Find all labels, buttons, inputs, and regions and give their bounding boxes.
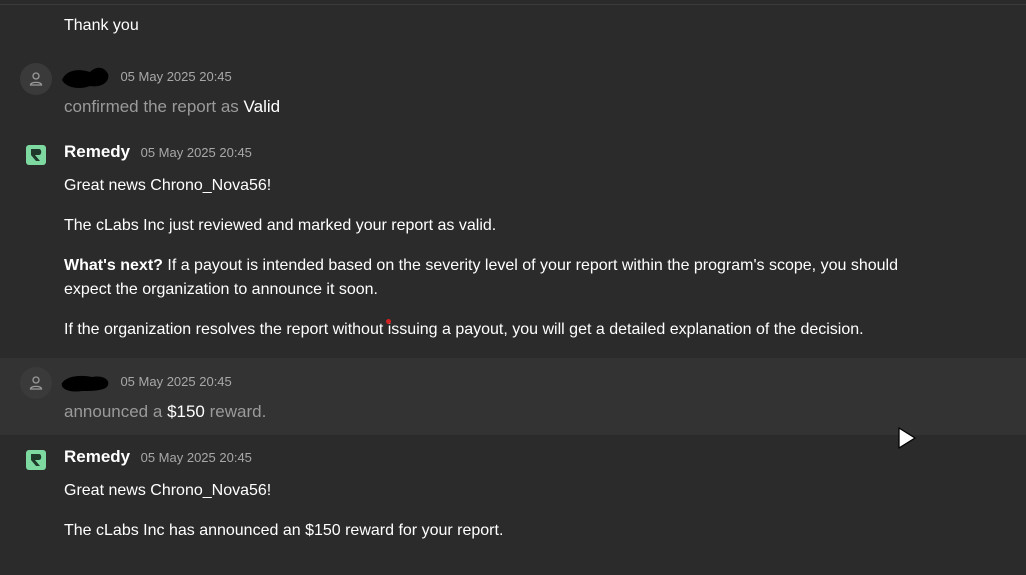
action-suffix: reward. bbox=[209, 402, 267, 421]
action-prefix: announced a bbox=[64, 402, 163, 421]
message-line: The cLabs Inc just reviewed and marked y… bbox=[64, 217, 497, 234]
validation-event-text: confirmed the report as Valid bbox=[64, 95, 280, 119]
red-marker bbox=[386, 319, 391, 324]
author-name: Remedy bbox=[64, 142, 131, 161]
prior-message-text: Thank you bbox=[64, 17, 139, 34]
user-avatar bbox=[20, 367, 52, 399]
timestamp: 05 May 2025 20:45 bbox=[140, 450, 252, 465]
redacted-username bbox=[61, 375, 109, 392]
validation-event-header: 05 May 2025 20:45 bbox=[62, 64, 232, 90]
remedy-logo-icon bbox=[26, 145, 46, 165]
status-valid: Valid bbox=[243, 97, 281, 116]
mouse-cursor-icon bbox=[898, 427, 916, 449]
remedy-message-1-header: Remedy 05 May 2025 20:45 bbox=[64, 140, 252, 165]
redacted-username bbox=[62, 67, 109, 88]
author-name: Remedy bbox=[64, 447, 131, 466]
remedy-logo-icon bbox=[26, 450, 46, 470]
message-line: The cLabs Inc has announced an $150 rewa… bbox=[64, 522, 504, 539]
whats-next-label: What's next? bbox=[64, 257, 163, 274]
timestamp: 05 May 2025 20:45 bbox=[120, 69, 232, 85]
action-text: confirmed the report as bbox=[64, 97, 239, 116]
user-icon bbox=[29, 72, 43, 86]
reward-event-header: 05 May 2025 20:45 bbox=[61, 369, 232, 395]
divider bbox=[0, 4, 1026, 5]
user-icon bbox=[29, 376, 43, 390]
greeting-text: Great news Chrono_Nova56! bbox=[64, 177, 272, 194]
timestamp: 05 May 2025 20:45 bbox=[120, 374, 232, 390]
message-line: If the organization resolves the report … bbox=[64, 321, 864, 338]
remedy-message-2-header: Remedy 05 May 2025 20:45 bbox=[64, 445, 252, 470]
greeting-text: Great news Chrono_Nova56! bbox=[64, 482, 272, 499]
whats-next-body: If a payout is intended based on the sev… bbox=[64, 257, 898, 298]
user-avatar bbox=[20, 63, 52, 95]
whats-next-paragraph: What's next? If a payout is intended bas… bbox=[64, 254, 944, 302]
activity-timeline: Thank you 05 May 2025 20:45 confirmed th… bbox=[0, 0, 1026, 575]
timestamp: 05 May 2025 20:45 bbox=[140, 145, 252, 160]
reward-event-text: announced a $150 reward. bbox=[64, 400, 266, 424]
reward-amount: $150 bbox=[167, 402, 205, 421]
